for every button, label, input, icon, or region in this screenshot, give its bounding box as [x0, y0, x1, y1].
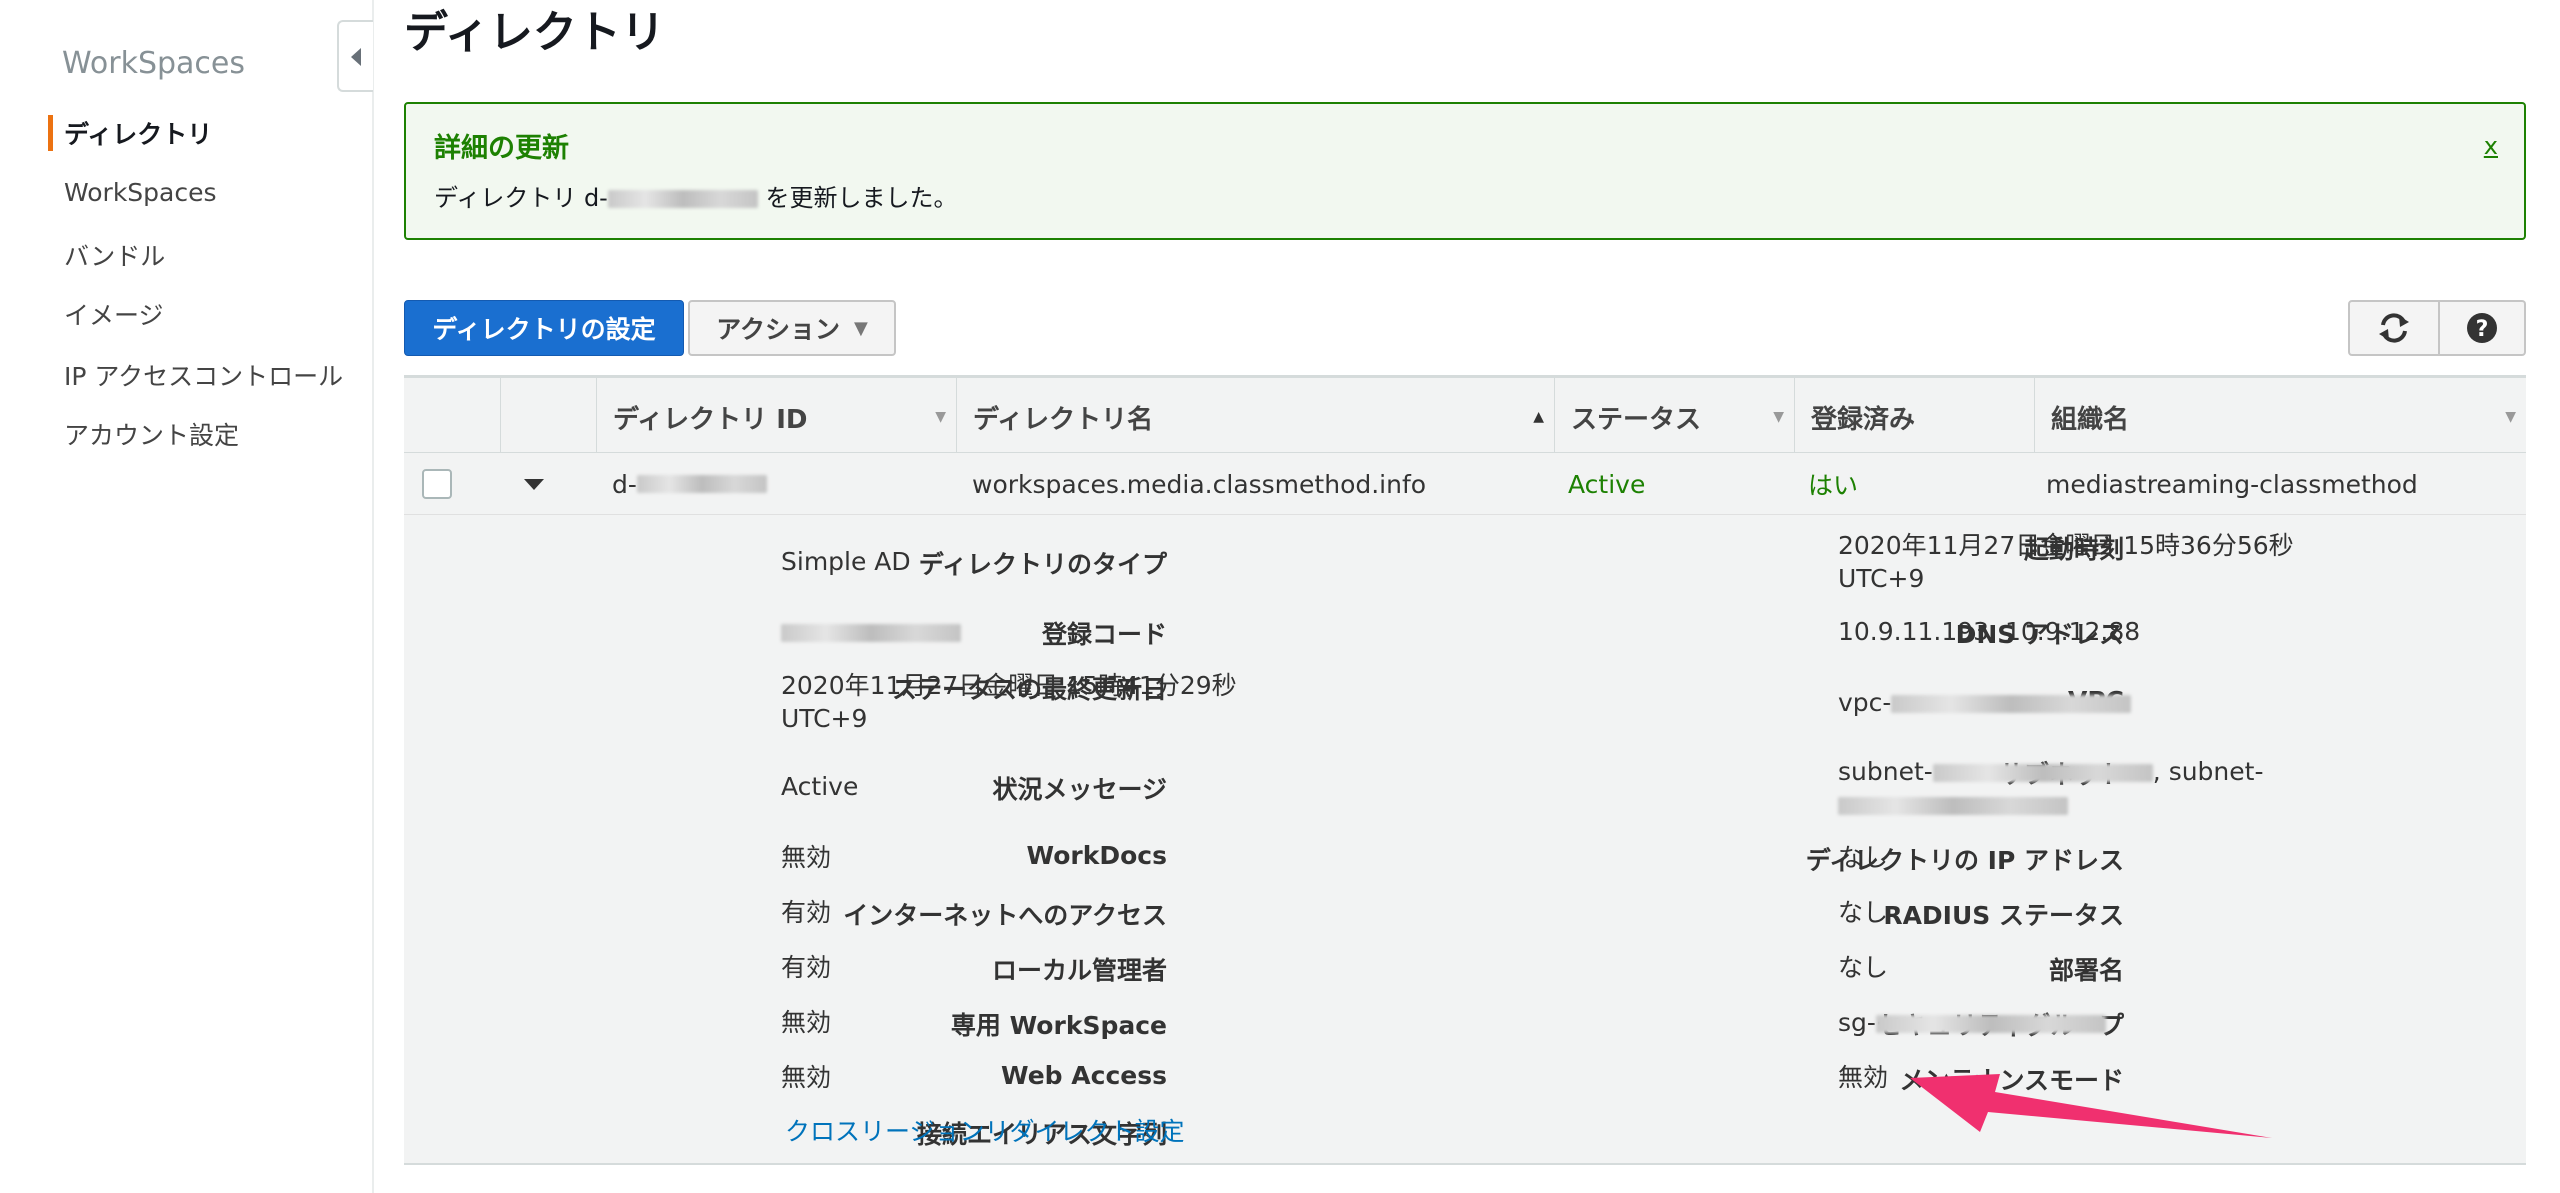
detail-value-local-admin: 有効 — [781, 953, 832, 982]
cross-region-redirect-link[interactable]: クロスリージョンリダイレクト設定 — [785, 1115, 1185, 1148]
sidebar-collapse-button[interactable] — [337, 20, 373, 92]
success-flash-message: 詳細の更新 ディレクトリ d- を更新しました。 x — [404, 102, 2526, 240]
chevron-down-icon: ▼ — [853, 317, 868, 339]
flash-title: 詳細の更新 — [434, 133, 569, 164]
detail-label-internet-access: インターネットへのアクセス — [843, 901, 1167, 930]
redacted-registration-code — [781, 624, 961, 642]
annotation-arrow-icon — [1910, 1074, 2272, 1138]
detail-value-internet-access: 有効 — [781, 898, 832, 927]
redacted-subnet-id — [1932, 764, 2153, 782]
cell-org-name: mediastreaming-classmethod — [2046, 469, 2418, 499]
sidebar-item-images[interactable]: イメージ — [64, 296, 164, 332]
detail-label-workdocs: WorkDocs — [1026, 841, 1167, 870]
collapse-left-icon — [351, 48, 361, 66]
sidebar-item-ip-access-control[interactable]: IP アクセスコントロール — [64, 357, 343, 393]
sidebar-item-workspaces[interactable]: WorkSpaces — [64, 178, 217, 207]
sort-icon: ▼ — [935, 409, 946, 425]
cell-status: Active — [1568, 469, 1646, 499]
detail-value-radius-status: なし — [1838, 898, 1889, 927]
sort-ascending-icon: ▲ — [1533, 409, 1544, 425]
detail-label-status-message: 状況メッセージ — [992, 775, 1167, 804]
redacted-directory-id — [636, 475, 767, 493]
active-nav-indicator — [48, 115, 53, 151]
table-header: ディレクトリ ID ▼ ディレクトリ名 ▲ ステータス ▼ 登録済み 組織名 ▼ — [404, 375, 2526, 456]
column-header-status[interactable]: ステータス ▼ — [1554, 378, 1794, 456]
detail-value-status-last-updated: 2020年11月27日金曜日 15時41分29秒 UTC+9 — [781, 671, 1237, 733]
detail-value-web-access: 無効 — [781, 1063, 832, 1092]
detail-value-directory-type: Simple AD — [781, 547, 911, 576]
sidebar-title: WorkSpaces — [62, 46, 246, 81]
detail-value-directory-ip: なし — [1838, 843, 1889, 872]
flash-body-prefix: ディレクトリ d- — [434, 184, 608, 212]
help-icon: ? — [2467, 313, 2497, 343]
expand-row-icon[interactable] — [524, 479, 544, 490]
setup-directory-button[interactable]: ディレクトリの設定 — [404, 300, 684, 356]
detail-label-department: 部署名 — [2048, 956, 2124, 985]
table-row[interactable]: d- workspaces.media.classmethod.info Act… — [404, 453, 2526, 515]
detail-label-directory-type: ディレクトリのタイプ — [918, 550, 1167, 579]
detail-value-maintenance-mode: 無効 — [1838, 1063, 1889, 1092]
flash-close-button[interactable]: x — [2484, 132, 2498, 160]
redacted-subnet-id — [1838, 797, 2068, 815]
column-header-registered[interactable]: 登録済み — [1794, 378, 2034, 456]
sidebar: WorkSpaces ディレクトリ WorkSpaces バンドル イメージ I… — [0, 0, 374, 1193]
redacted-security-group-id — [1875, 1015, 2106, 1033]
sidebar-item-account-settings[interactable]: アカウント設定 — [64, 416, 239, 452]
detail-value-vpc: vpc- — [1838, 686, 2132, 719]
svg-text:?: ? — [2476, 317, 2489, 342]
detail-label-radius-status: RADIUS ステータス — [1883, 901, 2124, 930]
cell-directory-id: d- — [612, 453, 767, 515]
sidebar-item-directories[interactable]: ディレクトリ — [64, 115, 212, 151]
cell-registered: はい — [1808, 471, 1859, 500]
detail-value-department: なし — [1838, 953, 1889, 982]
cell-directory-name: workspaces.media.classmethod.info — [972, 469, 1427, 499]
sort-icon: ▼ — [2505, 409, 2516, 425]
help-button[interactable]: ? — [2440, 300, 2526, 356]
sort-icon: ▼ — [1773, 409, 1784, 425]
detail-label-dedicated-workspace: 専用 WorkSpace — [950, 1011, 1167, 1040]
row-checkbox[interactable] — [422, 469, 452, 499]
detail-value-dedicated-workspace: 無効 — [781, 1008, 832, 1037]
refresh-icon — [2379, 313, 2409, 343]
column-header-org-name[interactable]: 組織名 ▼ — [2034, 378, 2526, 456]
page-title: ディレクトリ — [404, 7, 665, 58]
expand-column-header — [500, 378, 596, 456]
detail-value-launch-time: 2020年11月27日金曜日 15時36分56秒 UTC+9 — [1838, 531, 2294, 593]
detail-label-web-access: Web Access — [1001, 1061, 1167, 1090]
flash-body: ディレクトリ d- を更新しました。 — [434, 178, 957, 213]
column-header-directory-id[interactable]: ディレクトリ ID ▼ — [596, 378, 956, 456]
detail-value-dns-addresses: 10.9.11.193, 10.9.12.88 — [1838, 617, 2141, 646]
detail-label-registration-code: 登録コード — [1041, 620, 1167, 649]
sidebar-item-bundles[interactable]: バンドル — [64, 237, 165, 273]
actions-dropdown-button[interactable]: アクション ▼ — [688, 300, 896, 356]
detail-label-local-admin: ローカル管理者 — [991, 956, 1167, 985]
detail-value-status-message: Active — [781, 772, 859, 801]
refresh-button[interactable] — [2348, 300, 2440, 356]
detail-value-registration-code — [781, 615, 961, 648]
actions-label: アクション — [716, 315, 840, 344]
flash-body-suffix: を更新しました。 — [765, 184, 958, 212]
redacted-vpc-id — [1891, 695, 2132, 713]
redacted-directory-id — [607, 190, 758, 208]
detail-value-workdocs: 無効 — [781, 843, 832, 872]
detail-value-security-group: sg- — [1838, 1006, 2106, 1039]
column-header-directory-name[interactable]: ディレクトリ名 ▲ — [956, 378, 1554, 456]
detail-value-subnets: subnet-, subnet- — [1838, 755, 2263, 821]
